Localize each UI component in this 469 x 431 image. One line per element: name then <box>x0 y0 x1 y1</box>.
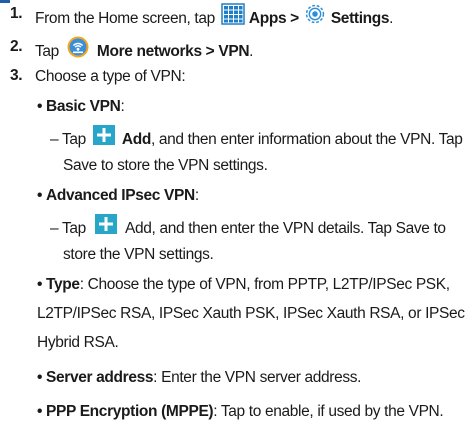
ppp-encryption-item: • PPP Encryption (MPPE): Tap to enable, … <box>37 402 444 422</box>
apps-grid-icon <box>221 3 245 31</box>
bullet: • <box>37 276 43 293</box>
type-rest-1: : Choose the type of VPN, from PPTP, L2T… <box>79 276 450 293</box>
tap-text: Tap <box>61 131 86 149</box>
tap-text: Tap <box>61 220 86 238</box>
advanced-vpn-instruction-line-1: – Tap Add, and then enter the VPN detail… <box>50 214 446 242</box>
bullet: • <box>37 369 43 386</box>
type-line-3: Hybrid RSA. <box>37 334 119 351</box>
advanced-vpn-instruction-line-2: store the VPN settings. <box>63 246 214 263</box>
step-1-lead: From the Home screen, tap <box>35 10 215 28</box>
advanced-vpn-colon: : <box>194 187 199 204</box>
basic-vpn-instruction-line-1: – Tap Add, and then enter information ab… <box>50 125 463 153</box>
basic-vpn-rest-1: , and then enter information about the V… <box>150 131 463 149</box>
server-address-item: • Server address: Enter the VPN server a… <box>37 368 361 388</box>
header-accent-bar <box>0 0 10 3</box>
step-2-lead: Tap <box>35 43 59 61</box>
add-label: Add <box>121 131 151 149</box>
settings-gear-icon <box>303 3 327 31</box>
bullet: • <box>37 98 43 115</box>
step-1-text: From the Home screen, tap Apps > Setting… <box>35 3 394 33</box>
ppp-encryption-title: PPP Encryption (MPPE) <box>46 403 214 420</box>
step-3-text: Choose a type of VPN: <box>35 68 186 85</box>
step-2-number: 2. <box>10 38 23 55</box>
basic-vpn-title: Basic VPN <box>46 98 121 115</box>
advanced-vpn-rest-1: Add, and then enter the VPN details. Tap… <box>125 220 446 238</box>
type-item: • Type: Choose the type of VPN, from PPT… <box>37 275 450 295</box>
more-networks-vpn-label: More networks > VPN <box>96 43 250 61</box>
wifi-more-networks-icon <box>67 36 89 64</box>
add-plus-icon <box>92 125 115 151</box>
add-plus-icon <box>94 214 117 240</box>
type-line-2: L2TP/IPSec RSA, IPSec Xauth PSK, IPSec X… <box>37 305 465 322</box>
manual-page: 1. From the Home screen, tap Apps > Sett… <box>0 0 469 431</box>
step-1-period: . <box>389 10 394 28</box>
basic-vpn-item: • Basic VPN: <box>37 97 125 117</box>
step-3-number: 3. <box>10 67 23 84</box>
settings-label: Settings <box>330 10 390 28</box>
basic-vpn-colon: : <box>120 98 125 115</box>
bullet: • <box>37 187 43 204</box>
step-2-text: Tap More networks > VPN. <box>35 36 254 66</box>
ppp-encryption-rest: : Tap to enable, if used by the VPN. <box>213 403 444 420</box>
basic-vpn-instruction-line-2: Save to store the VPN settings. <box>63 157 268 174</box>
dash: – <box>50 131 59 149</box>
step-1-number: 1. <box>10 5 23 22</box>
apps-label: Apps > <box>248 10 299 28</box>
dash: – <box>50 220 59 238</box>
step-2-period: . <box>249 43 254 61</box>
advanced-ipsec-vpn-title: Advanced IPsec VPN <box>46 187 195 204</box>
advanced-ipsec-vpn-item: • Advanced IPsec VPN: <box>37 186 199 206</box>
server-address-title: Server address <box>46 369 154 386</box>
bullet: • <box>37 403 43 420</box>
type-title: Type <box>46 276 80 293</box>
server-address-rest: : Enter the VPN server address. <box>153 369 362 386</box>
